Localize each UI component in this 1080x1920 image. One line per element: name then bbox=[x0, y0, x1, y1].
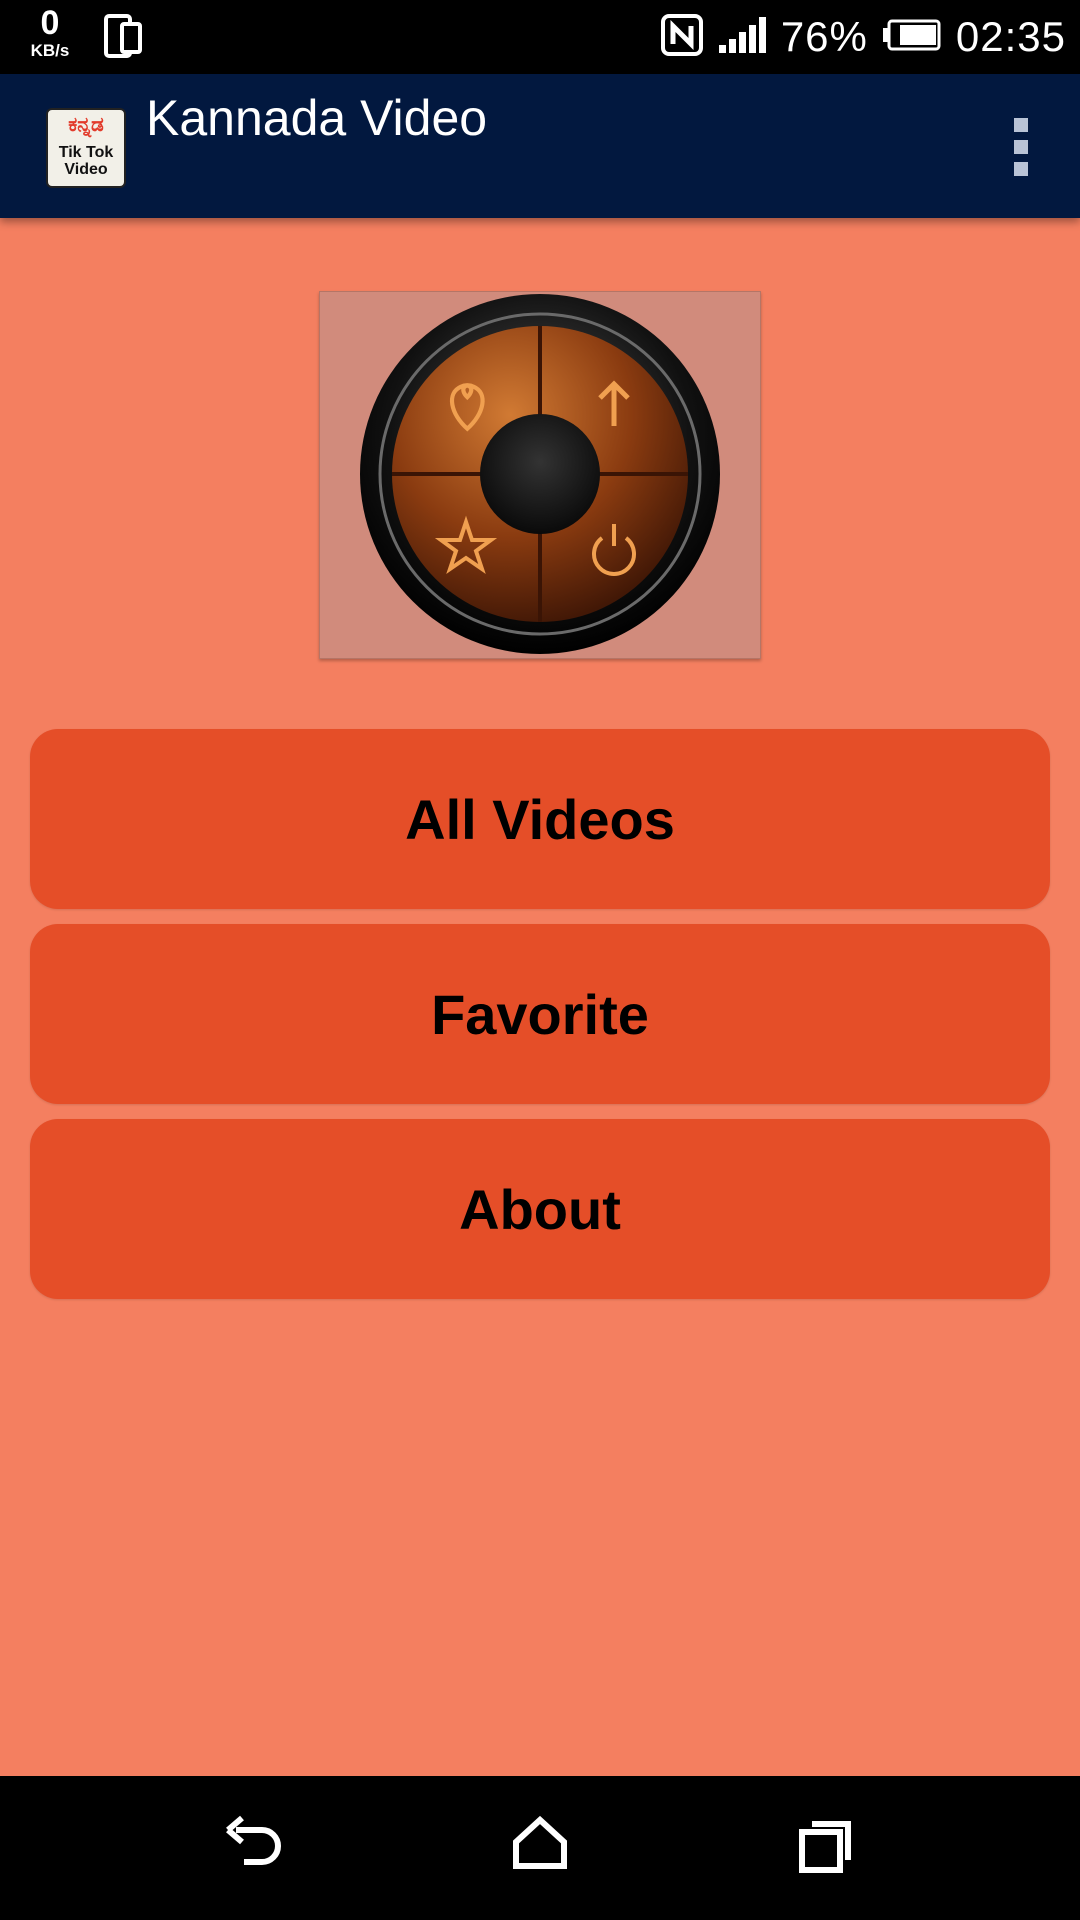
status-bar: 0 KB/s 76% 02:35 bbox=[0, 0, 1080, 74]
app-logo: ಕನ್ನಡ Tik Tok Video bbox=[46, 108, 126, 188]
back-icon[interactable] bbox=[222, 1812, 282, 1887]
navigation-bar bbox=[0, 1776, 1080, 1920]
battery-icon bbox=[882, 19, 942, 56]
app-logo-text-top: ಕನ್ನಡ bbox=[68, 114, 104, 136]
home-icon[interactable] bbox=[510, 1812, 570, 1887]
phone-device-icon bbox=[104, 14, 144, 65]
recents-icon[interactable] bbox=[796, 1812, 856, 1887]
clock: 02:35 bbox=[955, 13, 1066, 60]
signal-icon bbox=[717, 15, 767, 60]
all-videos-button[interactable]: All Videos bbox=[30, 729, 1050, 909]
hero-image bbox=[319, 291, 761, 659]
more-vert-icon[interactable] bbox=[1014, 118, 1034, 176]
battery-percent: 76% bbox=[780, 13, 868, 60]
network-speed-value: 0 bbox=[40, 4, 60, 42]
page-title: Kannada Video bbox=[146, 90, 488, 146]
network-speed-unit: KB/s bbox=[30, 41, 70, 60]
app-logo-text-bottom: Tik Tok Video bbox=[58, 144, 114, 178]
network-speed: 0 KB/s bbox=[22, 6, 78, 59]
favorite-button[interactable]: Favorite bbox=[30, 924, 1050, 1104]
nfc-icon bbox=[660, 13, 703, 61]
about-button[interactable]: About bbox=[30, 1119, 1050, 1299]
app-bar: ಕನ್ನಡ Tik Tok Video Kannada Video bbox=[0, 74, 1080, 218]
